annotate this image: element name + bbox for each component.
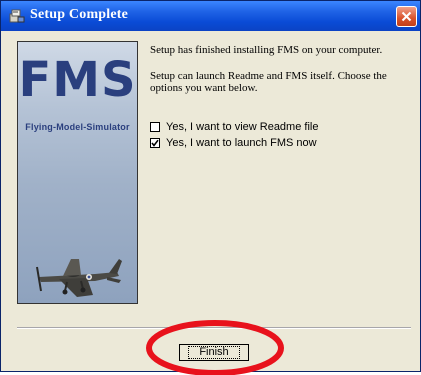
title-bar[interactable]: Setup Complete xyxy=(1,1,420,31)
close-icon xyxy=(401,11,412,22)
highlight-circle-annotation xyxy=(146,320,284,375)
logo-title: FMS xyxy=(18,52,137,108)
view-readme-checkbox[interactable] xyxy=(150,122,160,132)
completion-message: Setup has finished installing FMS on you… xyxy=(150,44,383,56)
logo-subtitle: Flying-Model-Simulator xyxy=(25,122,130,132)
close-button[interactable] xyxy=(396,6,417,27)
window-title: Setup Complete xyxy=(30,7,129,22)
launch-fms-checkbox[interactable] xyxy=(150,138,160,148)
launch-fms-option[interactable]: Yes, I want to launch FMS now xyxy=(150,137,317,149)
launch-fms-label[interactable]: Yes, I want to launch FMS now xyxy=(166,137,317,149)
view-readme-option[interactable]: Yes, I want to view Readme file xyxy=(150,121,318,133)
setup-icon xyxy=(9,8,25,24)
launch-options-message: Setup can launch Readme and FMS itself. … xyxy=(150,70,387,94)
side-banner: FMS Flying-Model-Simulator xyxy=(17,41,138,304)
checkmark-icon xyxy=(151,139,159,147)
setup-dialog: Setup Complete FMS Flying-Model-Simulato… xyxy=(0,0,421,375)
airplane-icon xyxy=(36,259,122,297)
view-readme-label[interactable]: Yes, I want to view Readme file xyxy=(166,121,318,133)
